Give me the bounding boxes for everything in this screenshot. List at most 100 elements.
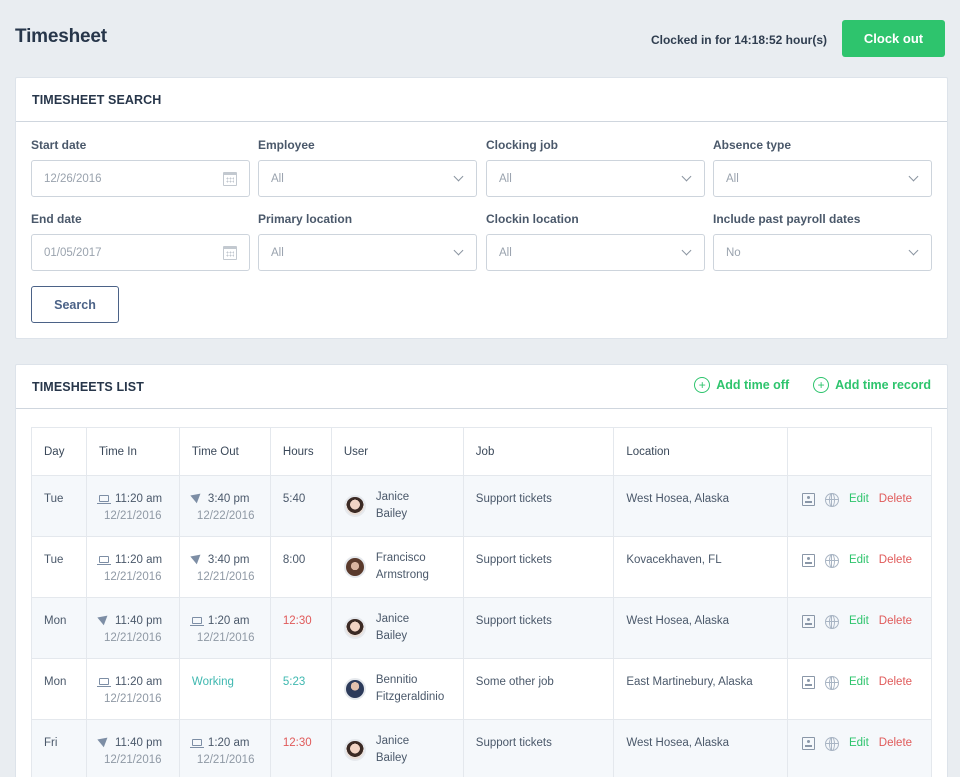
hours-text: 5:23 [282,676,306,688]
include-past-payroll-field: Include past payroll dates No [713,212,932,271]
edit-link[interactable]: Edit [849,491,869,508]
column-header-hours[interactable]: Hours [269,427,332,476]
cell-time-out: Working [178,658,271,720]
globe-icon[interactable] [824,736,839,751]
table-body: Tue 11:20 am 12/21/2016 3:40 pm 12/22/20… [31,475,933,777]
cell-job: Some other job [462,658,615,720]
cell-actions: Edit Delete [786,658,933,720]
calendar-icon[interactable] [223,245,237,260]
user-last-name: Armstrong [375,569,429,581]
add-time-off-button[interactable]: + Add time off [694,377,789,393]
clockin-location-select[interactable]: All [486,234,705,271]
cell-job: Support tickets [462,719,615,777]
cell-time-out: 1:20 am 12/21/2016 [178,719,271,777]
include-past-payroll-value: No [726,246,741,259]
contact-card-icon[interactable] [801,737,815,750]
cell-time-in: 11:20 am 12/21/2016 [85,658,180,720]
cell-hours: 5:23 [269,658,332,720]
absence-type-select[interactable]: All [713,160,932,197]
globe-icon[interactable] [824,675,839,690]
globe-icon[interactable] [824,553,839,568]
column-header-location[interactable]: Location [613,427,788,476]
page-title: Timesheet [15,26,107,47]
cell-time-out: 3:40 pm 12/22/2016 [178,475,271,537]
globe-icon[interactable] [824,614,839,629]
timesheet-search-panel: TIMESHEET SEARCH Start date 12/26/2016 E… [15,77,948,339]
clockin-location-field: Clockin location All [486,212,705,271]
clocking-job-field: Clocking job All [486,138,705,197]
calendar-icon[interactable] [223,171,237,186]
start-date-label: Start date [31,138,87,152]
employee-value: All [271,172,284,185]
edit-link[interactable]: Edit [849,674,869,691]
chevron-down-icon [908,245,919,256]
column-header-actions [786,427,933,476]
cell-time-in: 11:40 pm 12/21/2016 [85,597,180,659]
laptop-icon [96,495,111,504]
table-row: Mon 11:20 am 12/21/2016 Working 5:23 Ben… [31,658,933,720]
contact-card-icon[interactable] [801,676,815,689]
clockin-location-label: Clockin location [486,212,579,226]
user-last-name: Bailey [375,508,408,520]
cell-job: Support tickets [462,475,615,537]
column-header-time-out[interactable]: Time Out [178,427,271,476]
table-header-row: Day Time In Time Out Hours User Job Loca… [31,427,933,476]
time-in-date: 12/21/2016 [103,510,162,522]
employee-select[interactable]: All [258,160,477,197]
time-out-date: 12/22/2016 [196,510,255,522]
clocking-job-label: Clocking job [486,138,558,152]
location-text: East Martinebury, Alaska [626,676,753,688]
hours-text: 12:30 [282,615,312,627]
delete-link[interactable]: Delete [879,613,912,630]
start-date-field: Start date 12/26/2016 [31,138,250,197]
clocking-job-select[interactable]: All [486,160,705,197]
time-in-date: 12/21/2016 [103,754,162,766]
delete-link[interactable]: Delete [879,735,912,752]
cell-actions: Edit Delete [786,597,933,659]
table-row: Tue 11:20 am 12/21/2016 3:40 pm 12/21/20… [31,536,933,598]
column-header-day[interactable]: Day [31,427,87,476]
edit-link[interactable]: Edit [849,613,869,630]
contact-card-icon[interactable] [801,554,815,567]
delete-link[interactable]: Delete [879,552,912,569]
primary-location-select[interactable]: All [258,234,477,271]
job-text: Support tickets [475,737,552,749]
add-time-record-button[interactable]: + Add time record [813,377,931,393]
column-header-time-in[interactable]: Time In [85,427,180,476]
time-in-date: 12/21/2016 [103,693,162,705]
clock-out-button[interactable]: Clock out [842,20,945,57]
include-past-payroll-label: Include past payroll dates [713,212,861,226]
column-header-job[interactable]: Job [462,427,615,476]
start-date-input[interactable]: 12/26/2016 [31,160,250,197]
employee-field: Employee All [258,138,477,197]
avatar [343,617,366,639]
include-past-payroll-select[interactable]: No [713,234,932,271]
globe-icon[interactable] [824,492,839,507]
end-date-input[interactable]: 01/05/2017 [31,234,250,271]
cell-time-out: 1:20 am 12/21/2016 [178,597,271,659]
delete-link[interactable]: Delete [879,491,912,508]
cell-job: Support tickets [462,597,615,659]
cell-user: Janice Bailey [330,597,464,659]
time-in-date: 12/21/2016 [103,632,162,644]
search-button[interactable]: Search [31,286,119,323]
contact-card-icon[interactable] [801,615,815,628]
user-first-name: Janice [375,613,410,625]
cell-time-in: 11:20 am 12/21/2016 [85,475,180,537]
column-header-user[interactable]: User [330,427,464,476]
time-in-text: 11:20 am [114,493,163,505]
absence-type-label: Absence type [713,138,792,152]
laptop-icon [189,617,204,626]
location-arrow-icon [97,611,111,626]
time-out-text: Working [191,676,234,688]
edit-link[interactable]: Edit [849,735,869,752]
contact-card-icon[interactable] [801,493,815,506]
chevron-down-icon [681,245,692,256]
avatar [343,556,366,578]
edit-link[interactable]: Edit [849,552,869,569]
chevron-down-icon [453,171,464,182]
plus-circle-icon: + [813,377,830,393]
job-text: Support tickets [475,493,552,505]
delete-link[interactable]: Delete [879,674,912,691]
end-date-value: 01/05/2017 [44,246,102,259]
